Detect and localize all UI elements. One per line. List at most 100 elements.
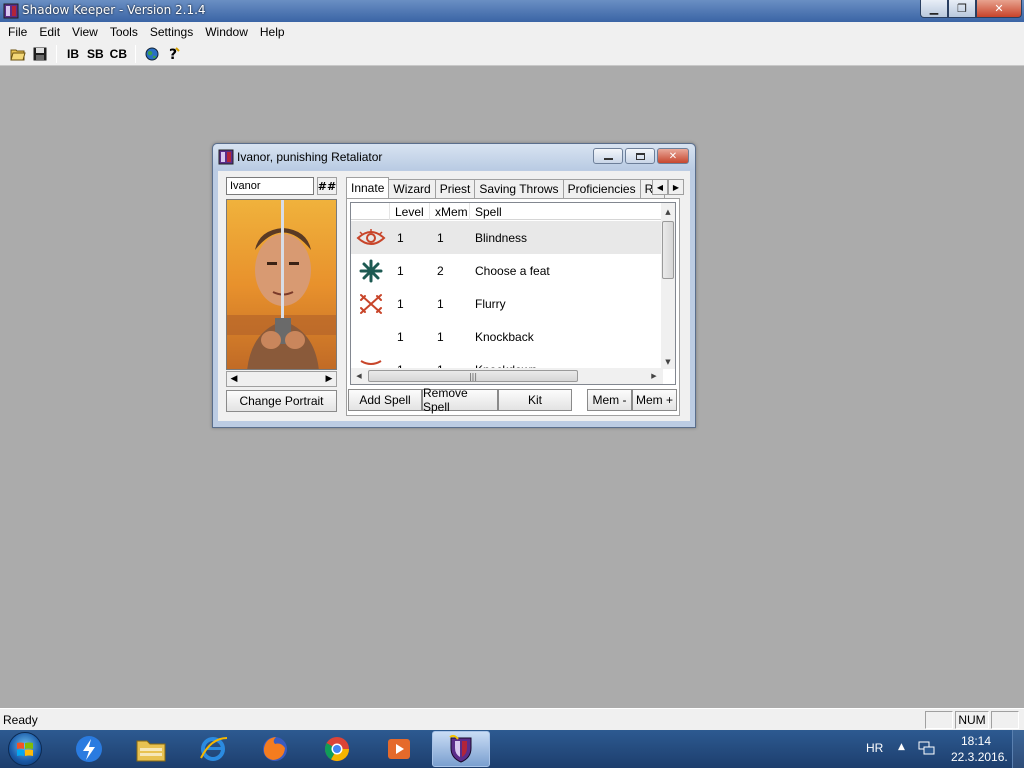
scroll-left-icon[interactable]: ◀ (352, 369, 366, 383)
character-window-title-bar[interactable]: Ivanor, punishing Retaliator ✕ (213, 144, 695, 170)
tab-scroll-right-icon[interactable]: ▶ (668, 179, 684, 195)
portrait-scrollbar[interactable]: ◀ ▶ (226, 371, 337, 387)
scroll-right-icon[interactable]: ▶ (647, 369, 661, 383)
taskbar-app-media-player[interactable] (370, 731, 428, 767)
sb-button[interactable]: SB (85, 44, 106, 64)
status-pane-empty (991, 711, 1019, 729)
spell-list-horizontal-scrollbar[interactable]: ◀ ||| ▶ (351, 368, 663, 384)
help-button[interactable]: ? (164, 44, 184, 64)
cb-button[interactable]: CB (108, 44, 129, 64)
table-row[interactable]: 1 2 Choose a feat (351, 254, 663, 287)
tab-innate[interactable]: Innate (346, 177, 390, 198)
scroll-down-icon[interactable]: ▼ (661, 355, 675, 369)
spell-rows: 1 1 Blindness 1 2 Choose a feat 1 1 Flur… (351, 221, 663, 384)
toolbar-separator (56, 44, 57, 63)
taskbar-app-internet-explorer[interactable] (184, 731, 242, 767)
taskbar-app-firefox[interactable] (246, 731, 304, 767)
menu-help[interactable]: Help (254, 25, 291, 39)
child-minimize-button[interactable] (593, 148, 623, 164)
spell-list-header: Level xMem Spell (351, 203, 663, 220)
menu-file[interactable]: File (2, 25, 33, 39)
minimize-button[interactable]: ▁ (920, 0, 948, 18)
portrait-image (227, 200, 336, 369)
open-button[interactable] (8, 44, 28, 64)
hash-button[interactable]: ## (317, 177, 337, 195)
row-xmem: 2 (437, 263, 444, 278)
status-text: Ready (3, 713, 38, 727)
scroll-right-icon[interactable]: ▶ (322, 372, 336, 386)
character-window: Ivanor, punishing Retaliator ✕ ## (212, 143, 696, 428)
menu-edit[interactable]: Edit (33, 25, 66, 39)
tab-wizard[interactable]: Wizard (388, 179, 436, 198)
table-row[interactable]: 1 1 Flurry (351, 287, 663, 320)
taskbar-app-shadow-keeper[interactable] (432, 731, 490, 767)
row-xmem: 1 (437, 329, 444, 344)
remove-spell-button[interactable]: Remove Spell (422, 386, 498, 414)
column-spell[interactable]: Spell (470, 203, 663, 220)
add-spell-button[interactable]: Add Spell (348, 389, 422, 411)
menu-view[interactable]: View (66, 25, 104, 39)
row-level: 1 (397, 230, 404, 245)
row-level: 1 (397, 329, 404, 344)
show-hidden-icons-icon[interactable]: ▲ (898, 742, 905, 752)
tab-scroll-left-icon[interactable]: ◀ (652, 179, 668, 195)
scroll-left-icon[interactable]: ◀ (227, 372, 241, 386)
menu-window[interactable]: Window (199, 25, 254, 39)
network-icon[interactable] (918, 740, 936, 756)
row-xmem: 1 (437, 296, 444, 311)
maximize-button[interactable]: ❐ (948, 0, 976, 18)
mem-plus-button[interactable]: Mem + (632, 389, 677, 411)
help-icon: ? (169, 47, 180, 62)
status-num-indicator: NUM (955, 711, 989, 729)
scroll-thumb[interactable] (662, 221, 674, 279)
taskbar: HR ▲ 18:14 22.3.2016. (0, 730, 1024, 768)
toolbar: IB SB CB ? (0, 42, 1024, 66)
child-close-button[interactable]: ✕ (657, 148, 689, 164)
row-spell: Knockback (475, 329, 534, 344)
taskbar-app-chrome[interactable] (308, 731, 366, 767)
language-indicator[interactable]: HR (866, 741, 883, 755)
start-button[interactable] (4, 730, 46, 768)
character-name-input[interactable] (226, 177, 314, 195)
menu-bar: File Edit View Tools Settings Window Hel… (0, 22, 1024, 42)
close-button[interactable]: ✕ (976, 0, 1022, 18)
clock-date[interactable]: 22.3.2016. (951, 750, 1008, 764)
globe-button[interactable] (142, 44, 162, 64)
menu-settings[interactable]: Settings (144, 25, 199, 39)
clock-time[interactable]: 18:14 (961, 734, 991, 748)
show-desktop-button[interactable] (1012, 730, 1024, 768)
globe-icon (145, 47, 159, 60)
floppy-disk-icon (33, 47, 47, 60)
toolbar-separator (135, 44, 137, 63)
scroll-up-icon[interactable]: ▲ (661, 205, 675, 219)
minimize-icon (603, 157, 613, 160)
tab-proficiencies[interactable]: Proficiencies (562, 179, 641, 198)
media-player-icon (388, 739, 410, 759)
row-xmem: 1 (437, 230, 444, 245)
windows-logo-icon (8, 732, 42, 766)
menu-tools[interactable]: Tools (104, 25, 144, 39)
table-row[interactable]: 1 1 Knockback (351, 320, 663, 353)
ib-button[interactable]: IB (63, 44, 83, 64)
column-icon[interactable] (351, 203, 390, 220)
kit-button[interactable]: Kit (498, 389, 572, 411)
child-maximize-button[interactable] (625, 148, 655, 164)
asterisk-icon (359, 259, 382, 282)
chrome-icon (324, 737, 349, 762)
column-level[interactable]: Level (390, 203, 430, 220)
column-xmem[interactable]: xMem (430, 203, 470, 220)
row-level: 1 (397, 296, 404, 311)
change-portrait-button[interactable]: Change Portrait (226, 390, 337, 412)
internet-explorer-icon (200, 737, 228, 761)
taskbar-app-explorer[interactable] (122, 731, 180, 767)
scroll-thumb[interactable]: ||| (368, 370, 578, 382)
spell-list-vertical-scrollbar[interactable]: ▲ ▼ (661, 203, 675, 369)
main-title-bar[interactable]: Shadow Keeper - Version 2.1.4 ▁ ❐ ✕ (0, 0, 1024, 22)
mem-minus-button[interactable]: Mem - (587, 389, 632, 411)
taskbar-app-thunder[interactable] (60, 731, 118, 767)
save-button[interactable] (30, 44, 50, 64)
spell-list[interactable]: Level xMem Spell 1 1 Blindness 1 2 Choos… (350, 202, 676, 385)
table-row[interactable]: 1 1 Blindness (351, 221, 663, 254)
tab-saving-throws[interactable]: Saving Throws (474, 179, 564, 198)
tab-priest[interactable]: Priest (434, 179, 476, 198)
